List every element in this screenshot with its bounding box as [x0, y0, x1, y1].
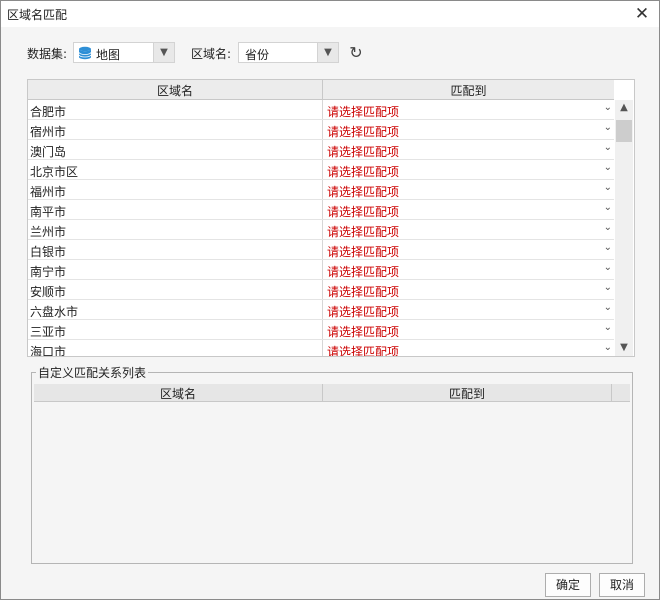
match-placeholder: 请选择匹配项 — [327, 345, 400, 357]
match-select[interactable]: 请选择匹配项 ⌄ — [322, 120, 614, 139]
match-placeholder: 请选择匹配项 — [327, 325, 400, 339]
match-select[interactable]: 请选择匹配项 ⌄ — [322, 220, 614, 239]
custom-column-header-region: 区域名 — [159, 387, 196, 401]
chevron-down-icon[interactable]: ⌄ — [604, 222, 612, 233]
table-row: 合肥市 请选择匹配项 ⌄ — [28, 100, 614, 120]
database-icon — [78, 46, 92, 60]
custom-table-header: 区域名 匹配到 — [34, 384, 630, 402]
table-row: 北京市区 请选择匹配项 ⌄ — [28, 160, 614, 180]
chevron-down-icon[interactable]: ⌄ — [604, 142, 612, 153]
chevron-down-icon[interactable]: ⌄ — [604, 122, 612, 133]
region-name-cell: 合肥市 — [30, 105, 67, 119]
region-name-cell: 南宁市 — [30, 265, 67, 279]
chevron-down-icon[interactable]: ▼ — [317, 43, 338, 62]
ok-button[interactable]: 确定 — [545, 573, 591, 597]
region-name-cell: 兰州市 — [30, 225, 67, 239]
close-icon[interactable]: ✕ — [631, 3, 653, 25]
table-row: 澳门岛 请选择匹配项 ⌄ — [28, 140, 614, 160]
chevron-down-icon[interactable]: ⌄ — [604, 242, 612, 253]
region-name-cell: 三亚市 — [30, 325, 67, 339]
match-select[interactable]: 请选择匹配项 ⌄ — [322, 240, 614, 259]
region-name-cell: 安顺市 — [30, 285, 67, 299]
match-select[interactable]: 请选择匹配项 ⌄ — [322, 160, 614, 179]
chevron-down-icon[interactable]: ⌄ — [604, 322, 612, 333]
custom-match-legend: 自定义匹配关系列表 — [36, 364, 149, 381]
chevron-down-icon[interactable]: ⌄ — [604, 182, 612, 193]
region-name-cell: 白银市 — [30, 245, 67, 259]
dataset-value: 地图 — [96, 48, 121, 62]
match-select[interactable]: 请选择匹配项 ⌄ — [322, 100, 614, 119]
table-row: 三亚市 请选择匹配项 ⌄ — [28, 320, 614, 340]
match-placeholder: 请选择匹配项 — [327, 105, 400, 119]
cancel-button[interactable]: 取消 — [599, 573, 645, 597]
match-placeholder: 请选择匹配项 — [327, 305, 400, 319]
table-header: 区域名 匹配到 — [28, 80, 614, 100]
region-match-dialog: 区域名匹配 ✕ 数据集: 地图 ▼ 区域名: 省份 ▼ ↻ 区域名 匹配到 合肥… — [0, 0, 660, 600]
column-header-match: 匹配到 — [450, 84, 487, 98]
table-row: 兰州市 请选择匹配项 ⌄ — [28, 220, 614, 240]
column-header-region: 区域名 — [156, 84, 193, 98]
table-row: 南宁市 请选择匹配项 ⌄ — [28, 260, 614, 280]
table-row: 宿州市 请选择匹配项 ⌄ — [28, 120, 614, 140]
match-placeholder: 请选择匹配项 — [327, 125, 400, 139]
custom-column-header-match: 匹配到 — [448, 387, 485, 401]
match-select[interactable]: 请选择匹配项 ⌄ — [322, 340, 614, 357]
table-row: 海口市 请选择匹配项 ⌄ — [28, 340, 614, 357]
match-select[interactable]: 请选择匹配项 ⌄ — [322, 320, 614, 339]
vertical-scrollbar[interactable]: ▲ ▼ — [615, 100, 633, 356]
region-name-cell: 海口市 — [30, 345, 67, 357]
chevron-down-icon[interactable]: ⌄ — [604, 102, 612, 113]
region-name-cell: 北京市区 — [30, 165, 79, 179]
dataset-select[interactable]: 地图 ▼ — [73, 42, 175, 63]
region-name-cell: 六盘水市 — [30, 305, 79, 319]
match-select[interactable]: 请选择匹配项 ⌄ — [322, 180, 614, 199]
region-name-cell: 南平市 — [30, 205, 67, 219]
chevron-down-icon[interactable]: ⌄ — [604, 202, 612, 213]
dataset-label: 数据集: — [27, 47, 68, 61]
match-placeholder: 请选择匹配项 — [327, 245, 400, 259]
region-field-label: 区域名: — [191, 47, 232, 61]
table-row: 白银市 请选择匹配项 ⌄ — [28, 240, 614, 260]
match-placeholder: 请选择匹配项 — [327, 145, 400, 159]
scroll-thumb[interactable] — [616, 120, 632, 142]
region-field-select[interactable]: 省份 ▼ — [238, 42, 339, 63]
match-placeholder: 请选择匹配项 — [327, 285, 400, 299]
match-placeholder: 请选择匹配项 — [327, 265, 400, 279]
chevron-down-icon[interactable]: ⌄ — [604, 302, 612, 313]
chevron-down-icon[interactable]: ▼ — [153, 43, 174, 62]
title-bar: 区域名匹配 ✕ — [1, 1, 659, 27]
table-row: 六盘水市 请选择匹配项 ⌄ — [28, 300, 614, 320]
match-select[interactable]: 请选择匹配项 ⌄ — [322, 200, 614, 219]
chevron-down-icon[interactable]: ⌄ — [604, 162, 612, 173]
region-match-table: 区域名 匹配到 合肥市 请选择匹配项 ⌄ 宿州市 请选择匹配项 ⌄ 澳门岛 请选择匹配项 ⌄ 北京… — [27, 79, 635, 357]
chevron-down-icon[interactable]: ⌄ — [604, 342, 612, 353]
match-placeholder: 请选择匹配项 — [327, 225, 400, 239]
scroll-up-icon[interactable]: ▲ — [615, 100, 633, 116]
match-select[interactable]: 请选择匹配项 ⌄ — [322, 260, 614, 279]
region-field-value: 省份 — [245, 48, 270, 62]
table-body: 合肥市 请选择匹配项 ⌄ 宿州市 请选择匹配项 ⌄ 澳门岛 请选择匹配项 ⌄ 北京市区 请选择匹配项… — [28, 100, 614, 357]
region-name-cell: 澳门岛 — [30, 145, 67, 159]
match-select[interactable]: 请选择匹配项 ⌄ — [322, 300, 614, 319]
table-row: 南平市 请选择匹配项 ⌄ — [28, 200, 614, 220]
region-name-cell: 福州市 — [30, 185, 67, 199]
chevron-down-icon[interactable]: ⌄ — [604, 282, 612, 293]
dialog-title: 区域名匹配 — [7, 8, 68, 22]
table-row: 安顺市 请选择匹配项 ⌄ — [28, 280, 614, 300]
column-separator — [611, 384, 612, 401]
table-row: 福州市 请选择匹配项 ⌄ — [28, 180, 614, 200]
match-placeholder: 请选择匹配项 — [327, 185, 400, 199]
refresh-icon[interactable]: ↻ — [347, 44, 365, 62]
scroll-down-icon[interactable]: ▼ — [615, 340, 633, 356]
toolbar: 数据集: 地图 ▼ 区域名: 省份 ▼ ↻ — [1, 39, 659, 67]
match-select[interactable]: 请选择匹配项 ⌄ — [322, 140, 614, 159]
custom-match-group: 自定义匹配关系列表 区域名 匹配到 — [31, 364, 633, 564]
match-placeholder: 请选择匹配项 — [327, 165, 400, 179]
match-placeholder: 请选择匹配项 — [327, 205, 400, 219]
region-name-cell: 宿州市 — [30, 125, 67, 139]
chevron-down-icon[interactable]: ⌄ — [604, 262, 612, 273]
match-select[interactable]: 请选择匹配项 ⌄ — [322, 280, 614, 299]
